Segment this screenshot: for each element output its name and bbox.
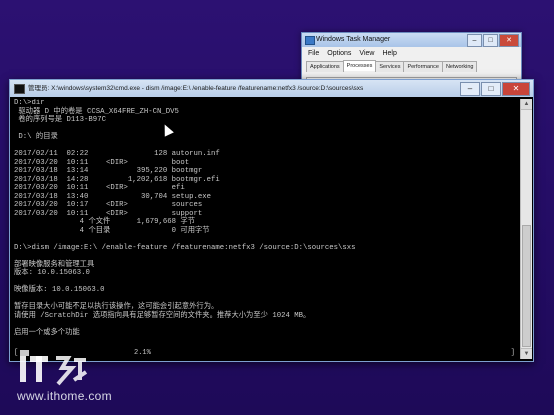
menu-help[interactable]: Help [382, 50, 396, 57]
watermark-url: www.ithome.com [17, 389, 112, 403]
console-line: 部署映像服务和管理工具 [14, 260, 95, 269]
console-line: 2017/03/18 13:40 30,704 setup.exe [14, 192, 212, 201]
console-title: 管理员: X:\windows\system32\cmd.exe - dism … [28, 85, 364, 92]
tab-networking[interactable]: Networking [441, 61, 478, 72]
console-line: 卷的序列号是 D113-B97C [14, 116, 106, 124]
console-line: 请使用 /ScratchDir 选项指向具有足够暂存空间的文件夹。推荐大小为至少… [14, 311, 311, 320]
task-manager-title: Windows Task Manager [316, 36, 391, 43]
close-button[interactable]: ✕ [499, 34, 519, 47]
console-line: D:\>dir [14, 99, 45, 107]
scroll-down-arrow-icon[interactable]: ▼ [521, 348, 532, 359]
maximize-button[interactable]: □ [481, 82, 501, 96]
task-manager-tabs: Applications Processes Services Performa… [302, 60, 521, 72]
maximize-button[interactable]: □ [483, 34, 498, 47]
scroll-thumb[interactable] [522, 225, 531, 347]
console-window[interactable]: 管理员: X:\windows\system32\cmd.exe - dism … [9, 79, 534, 362]
console-line: 2017/03/20 10:11 <DIR> boot [14, 158, 190, 167]
tab-applications[interactable]: Applications [306, 61, 344, 72]
console-line: 启用一个或多个功能 [14, 328, 80, 337]
console-line: 暂存目录大小可能不足以执行该操作，这可能会引起意外行为。 [14, 303, 219, 311]
cmd-icon [14, 84, 25, 94]
console-line: 2017/03/20 10:11 <DIR> efi [14, 184, 185, 192]
task-manager-icon [305, 36, 315, 45]
console-line: D:\ 的目录 [14, 133, 58, 141]
console-line: 映像版本: 10.0.15063.0 [14, 286, 105, 294]
progress-bracket-right: ] [510, 349, 515, 357]
console-line: 2017/03/20 10:11 <DIR> support [14, 209, 203, 218]
tab-processes[interactable]: Processes [342, 60, 377, 71]
ithome-logo-icon [20, 356, 88, 386]
progress-percent: 2.1% [134, 349, 151, 357]
console-line: 驱动器 D 中的卷是 CCSA_X64FRE_ZH-CN_DV5 [14, 107, 179, 116]
task-manager-menubar: File Options View Help [302, 47, 521, 60]
menu-view[interactable]: View [359, 50, 374, 57]
menu-file[interactable]: File [308, 50, 319, 57]
minimize-button[interactable]: – [460, 82, 480, 96]
minimize-button[interactable]: – [467, 34, 482, 47]
tab-performance[interactable]: Performance [403, 61, 443, 72]
console-line: D:\>dism /image:E:\ /enable-feature /fea… [14, 243, 356, 252]
console-output[interactable]: D:\>dir 驱动器 D 中的卷是 CCSA_X64FRE_ZH-CN_DV5… [14, 99, 519, 359]
vertical-scrollbar[interactable]: ▲ ▼ [520, 99, 532, 359]
menu-options[interactable]: Options [327, 50, 351, 57]
console-line: 4 个目录 0 可用字节 [14, 226, 210, 235]
tab-services[interactable]: Services [375, 61, 405, 72]
close-button[interactable]: ✕ [502, 82, 530, 96]
task-manager-titlebar[interactable]: Windows Task Manager – □ ✕ [302, 33, 521, 47]
console-line: 4 个文件 1,679,668 字节 [14, 218, 195, 226]
console-line: 版本: 10.0.15063.0 [14, 269, 90, 277]
console-line: 2017/03/18 14:28 1,202,618 bootmgr.efi [14, 175, 220, 184]
scroll-up-arrow-icon[interactable]: ▲ [521, 99, 532, 110]
console-line: 2017/02/11 02:22 128 autorun.inf [14, 150, 220, 158]
console-line: 2017/03/20 10:17 <DIR> sources [14, 201, 203, 209]
console-titlebar[interactable]: 管理员: X:\windows\system32\cmd.exe - dism … [10, 80, 533, 97]
console-line: 2017/03/18 13:14 395,220 bootmgr [14, 167, 203, 175]
